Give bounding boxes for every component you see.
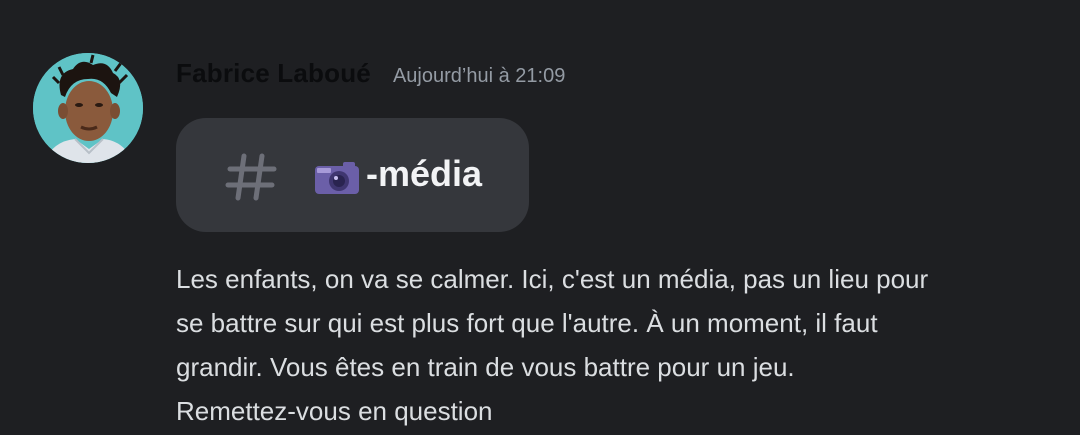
message-content: Les enfants, on va se calmer. Ici, c'est… xyxy=(176,257,1056,433)
message-line: grandir. Vous êtes en train de vous batt… xyxy=(176,352,795,382)
camera-icon xyxy=(315,162,359,194)
message-line: Les enfants, on va se calmer. Ici, c'est… xyxy=(176,264,929,294)
message-line: se battre sur qui est plus fort que l'au… xyxy=(176,308,878,338)
message-header: Fabrice Laboué Aujourd’hui à 21:09 xyxy=(176,58,565,94)
message-line: Remettez-vous en question xyxy=(176,396,493,426)
user-avatar[interactable] xyxy=(33,53,143,163)
hash-icon xyxy=(225,153,277,201)
message-timestamp[interactable]: Aujourd’hui à 21:09 xyxy=(393,65,565,88)
chat-message: Fabrice Laboué Aujourd’hui à 21:09 -médi… xyxy=(0,0,1080,435)
avatar-image xyxy=(33,53,143,163)
channel-name[interactable]: -média xyxy=(366,150,482,198)
author-name[interactable]: Fabrice Laboué xyxy=(176,58,371,89)
